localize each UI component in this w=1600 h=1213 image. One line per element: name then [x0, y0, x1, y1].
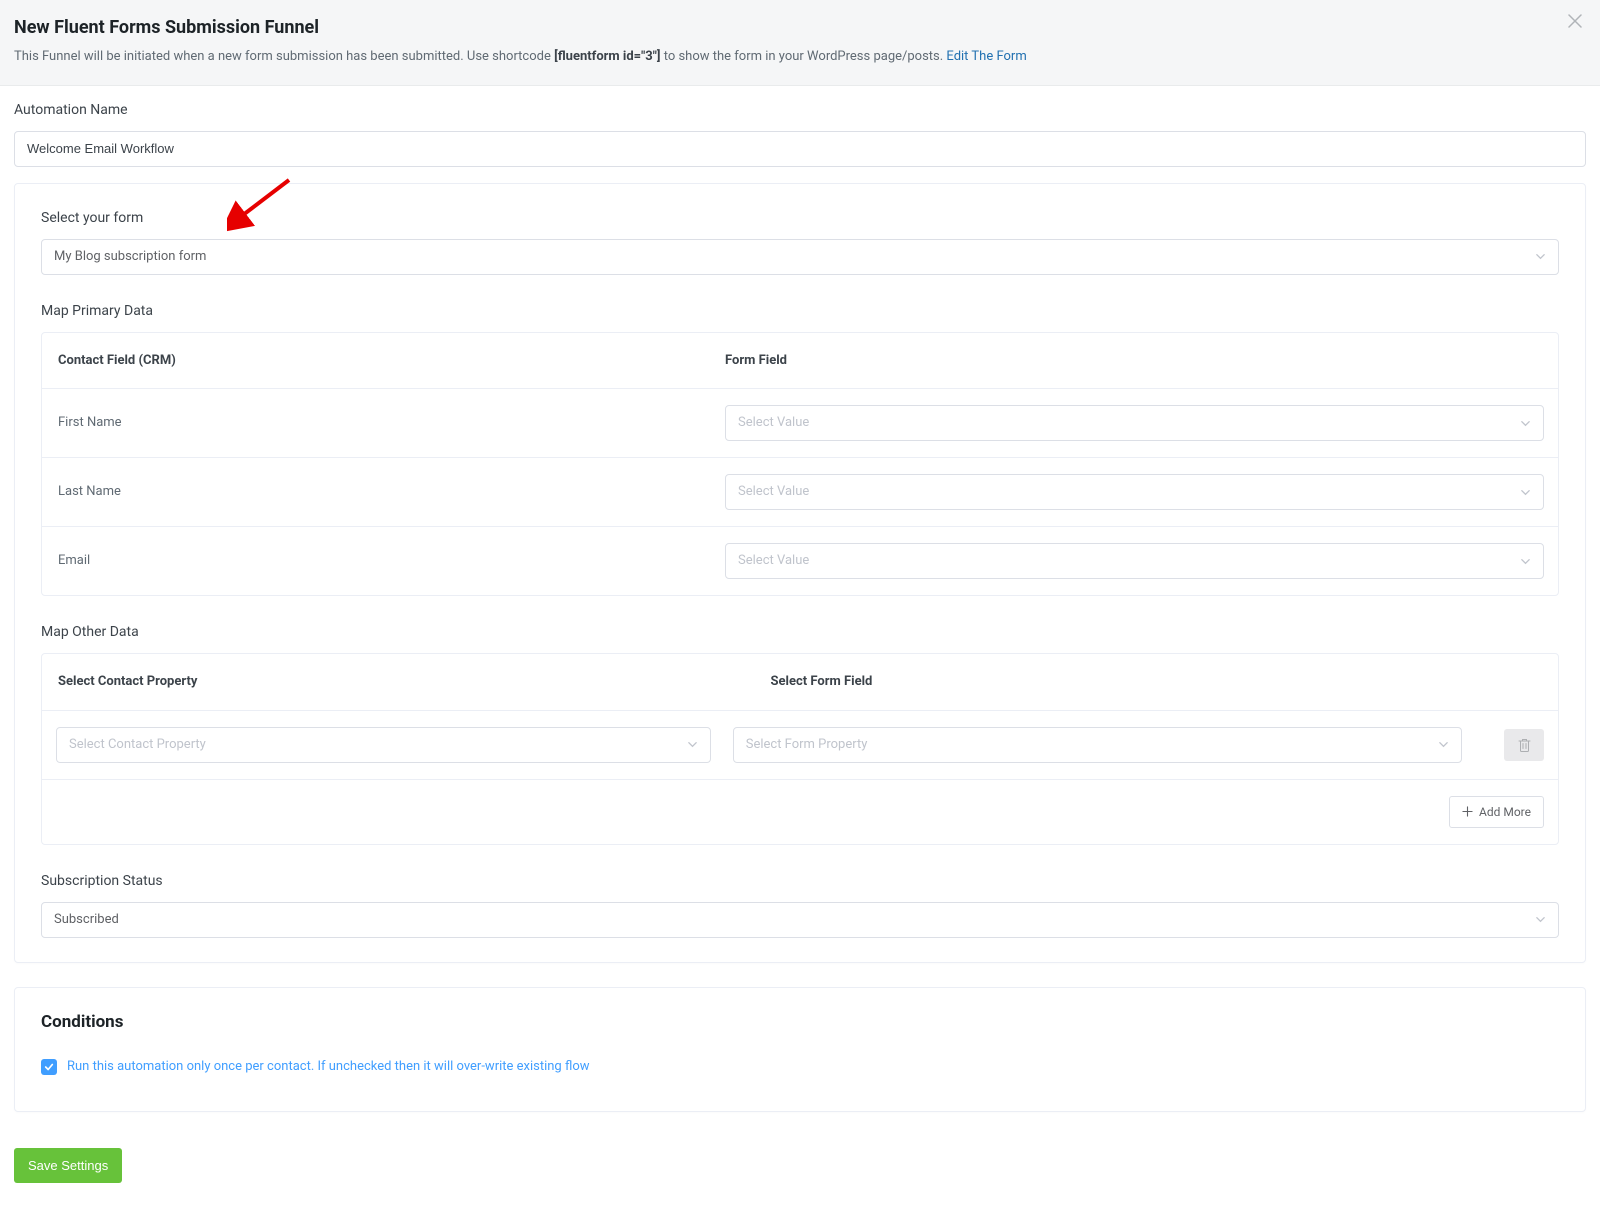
- page-description: This Funnel will be initiated when a new…: [14, 47, 1586, 67]
- contact-field-label: Email: [42, 527, 709, 595]
- table-footer: Add More: [42, 780, 1558, 844]
- form-field-select-email[interactable]: Select Value: [725, 543, 1544, 579]
- run-once-label[interactable]: Run this automation only once per contac…: [67, 1057, 590, 1077]
- edit-form-link[interactable]: Edit The Form: [946, 49, 1026, 64]
- chevron-down-icon: [1438, 739, 1449, 750]
- chevron-down-icon: [1520, 556, 1531, 567]
- col-contact-header: Contact Field (CRM): [42, 333, 709, 389]
- modal-header: New Fluent Forms Submission Funnel This …: [0, 0, 1600, 86]
- select-placeholder: Select Value: [738, 413, 809, 433]
- col-contact-property-header: Select Contact Property: [42, 654, 755, 710]
- desc-shortcode: [fluentform id="3"]: [554, 49, 660, 64]
- trash-icon: [1518, 738, 1531, 752]
- table-header-row: Select Contact Property Select Form Fiel…: [42, 654, 1558, 711]
- check-icon: [44, 1062, 54, 1072]
- chevron-down-icon: [687, 739, 698, 750]
- map-other-title: Map Other Data: [41, 622, 1559, 643]
- page-title: New Fluent Forms Submission Funnel: [14, 14, 1586, 41]
- add-more-button[interactable]: Add More: [1449, 796, 1544, 828]
- map-primary-table: Contact Field (CRM) Form Field First Nam…: [41, 332, 1559, 597]
- subscription-status-value: Subscribed: [54, 910, 119, 930]
- chevron-down-icon: [1520, 487, 1531, 498]
- chevron-down-icon: [1520, 418, 1531, 429]
- chevron-down-icon: [1535, 251, 1546, 262]
- contact-property-select[interactable]: Select Contact Property: [56, 727, 711, 763]
- contact-field-label: Last Name: [42, 458, 709, 526]
- map-other-table: Select Contact Property Select Form Fiel…: [41, 653, 1559, 845]
- select-form-dropdown[interactable]: My Blog subscription form: [41, 239, 1559, 275]
- chevron-down-icon: [1535, 914, 1546, 925]
- table-row: Email Select Value: [42, 527, 1558, 595]
- map-primary-title: Map Primary Data: [41, 301, 1559, 322]
- table-row: First Name Select Value: [42, 389, 1558, 458]
- col-form-header: Form Field: [709, 333, 1558, 389]
- form-settings-card: Select your form My Blog subscription fo…: [14, 183, 1586, 963]
- col-form-field-header: Select Form Field: [755, 654, 1558, 710]
- subscription-status-select[interactable]: Subscribed: [41, 902, 1559, 938]
- delete-row-button[interactable]: [1504, 729, 1544, 761]
- automation-name-input[interactable]: [14, 131, 1586, 167]
- select-placeholder: Select Contact Property: [69, 735, 206, 755]
- select-placeholder: Select Value: [738, 551, 809, 571]
- select-placeholder: Select Form Property: [746, 735, 868, 755]
- table-row: Last Name Select Value: [42, 458, 1558, 527]
- desc-text-post: to show the form in your WordPress page/…: [660, 49, 946, 64]
- close-icon: [1568, 14, 1582, 28]
- form-property-select[interactable]: Select Form Property: [733, 727, 1462, 763]
- form-field-select-first-name[interactable]: Select Value: [725, 405, 1544, 441]
- modal-footer: Save Settings: [0, 1126, 1600, 1213]
- add-more-label: Add More: [1479, 803, 1531, 821]
- table-header-row: Contact Field (CRM) Form Field: [42, 333, 1558, 390]
- select-form-label: Select your form: [41, 208, 1559, 229]
- run-once-checkbox[interactable]: [41, 1059, 57, 1075]
- save-settings-button[interactable]: Save Settings: [14, 1148, 122, 1183]
- subscription-status-label: Subscription Status: [41, 871, 1559, 892]
- form-field-select-last-name[interactable]: Select Value: [725, 474, 1544, 510]
- contact-field-label: First Name: [42, 389, 709, 457]
- plus-icon: [1462, 806, 1473, 817]
- desc-text-pre: This Funnel will be initiated when a new…: [14, 49, 554, 64]
- automation-name-label: Automation Name: [14, 100, 1586, 121]
- conditions-title: Conditions: [41, 1010, 1559, 1036]
- close-button[interactable]: [1564, 10, 1586, 32]
- select-placeholder: Select Value: [738, 482, 809, 502]
- table-row: Select Contact Property Select Form Prop…: [42, 711, 1558, 780]
- conditions-card: Conditions Run this automation only once…: [14, 987, 1586, 1112]
- select-form-value: My Blog subscription form: [54, 247, 206, 267]
